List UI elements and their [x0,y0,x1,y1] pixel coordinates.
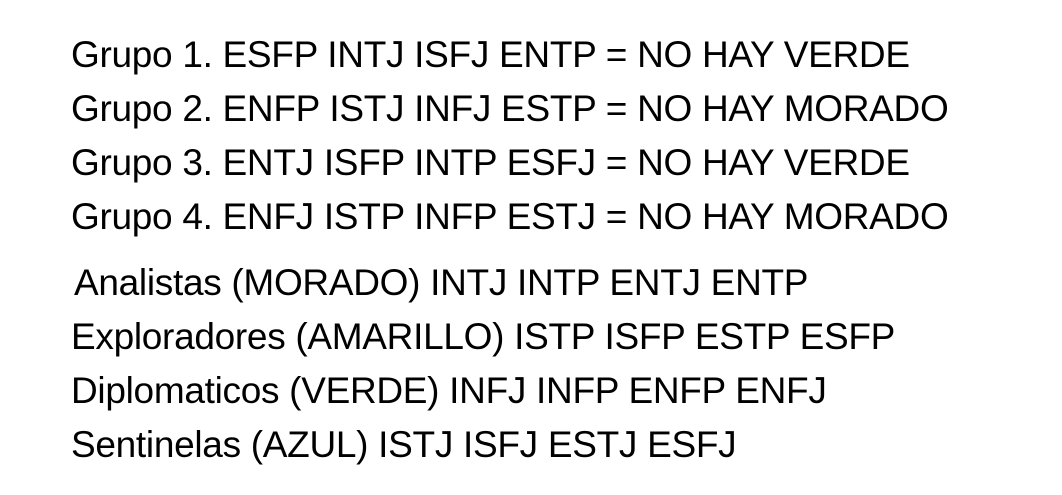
category-line-analistas: Analistas (MORADO) INTJ INTP ENTJ ENTP [74,262,809,303]
group-line-2: Grupo 2. ENFP ISTJ INFJ ESTP = NO HAY MO… [71,88,949,129]
category-list: Analistas (MORADO) INTJ INTP ENTJ ENTP E… [71,256,1031,472]
group-line-1: Grupo 1. ESFP INTJ ISFJ ENTP = NO HAY VE… [71,34,910,75]
document-body: Grupo 1. ESFP INTJ ISFJ ENTP = NO HAY VE… [71,28,1031,472]
group-list: Grupo 1. ESFP INTJ ISFJ ENTP = NO HAY VE… [71,28,1031,244]
category-line-sentinelas: Sentinelas (AZUL) ISTJ ISFJ ESTJ ESFJ [71,424,737,465]
category-line-exploradores: Exploradores (AMARILLO) ISTP ISFP ESTP E… [71,316,896,357]
group-line-4: Grupo 4. ENFJ ISTP INFP ESTJ = NO HAY MO… [71,196,949,237]
category-line-diplomaticos: Diplomaticos (VERDE) INFJ INFP ENFP ENFJ [71,370,827,411]
group-line-3: Grupo 3. ENTJ ISFP INTP ESFJ = NO HAY VE… [71,142,910,183]
